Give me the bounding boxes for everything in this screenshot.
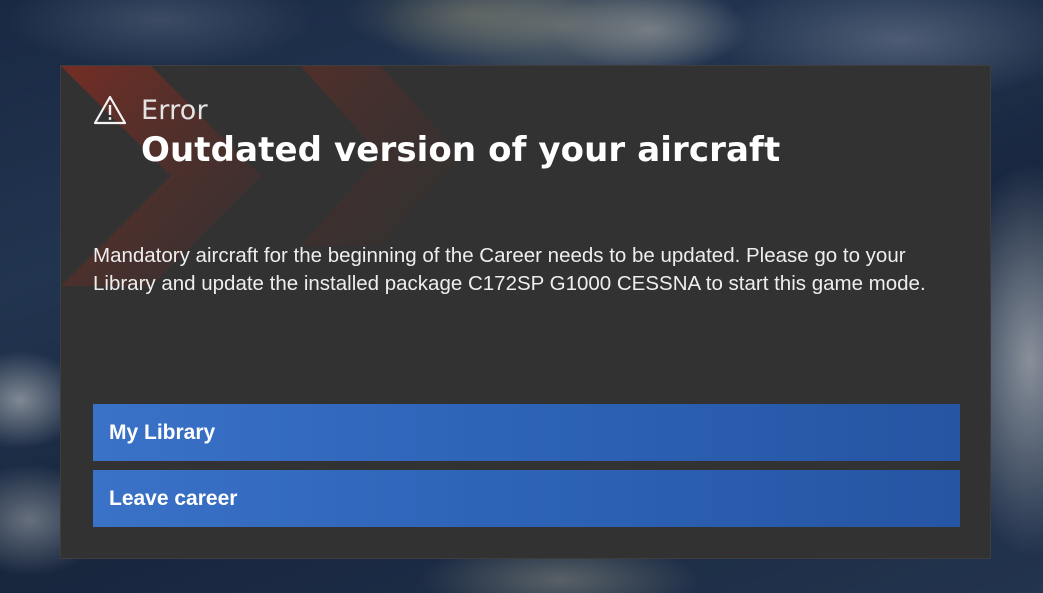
leave-career-button[interactable]: Leave career — [93, 470, 960, 527]
error-label: Error — [141, 94, 208, 126]
dialog-title: Outdated version of your aircraft — [141, 130, 781, 170]
my-library-button[interactable]: My Library — [93, 404, 960, 461]
dialog-message: Mandatory aircraft for the beginning of … — [93, 244, 926, 295]
warning-triangle-icon — [93, 95, 127, 125]
error-dialog: Error Outdated version of your aircraft … — [60, 65, 991, 559]
